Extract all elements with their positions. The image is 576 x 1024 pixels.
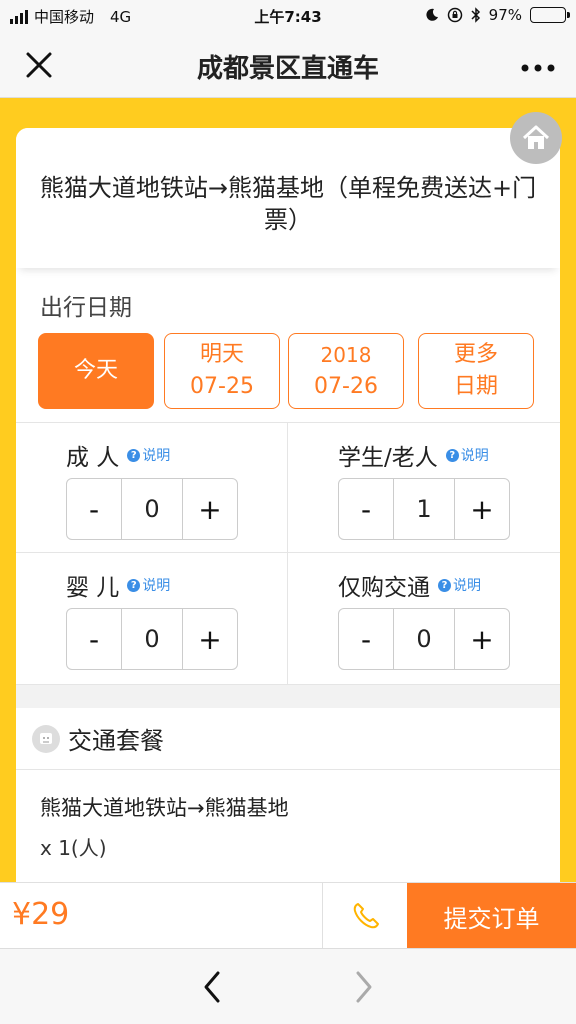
help-text: 说明 (453, 578, 481, 594)
route-title: 熊猫大道地铁站→熊猫基地（单程免费送达+门票） (16, 128, 560, 268)
ticket-label-text: 婴 儿 (66, 575, 120, 601)
ticket-label-text: 仅购交通 (338, 575, 430, 601)
status-bar: 中国移动 4G 上午7:43 97% (0, 0, 576, 32)
help-text: 说明 (460, 448, 489, 464)
help-link[interactable]: ? 说明 (127, 575, 170, 595)
page-title: 成都景区直通车 (196, 54, 379, 84)
quantity-stepper-infant: - 0 + (66, 608, 238, 670)
help-text: 说明 (142, 448, 171, 464)
section-gap (16, 684, 560, 708)
plus-button[interactable]: + (455, 479, 509, 539)
question-icon: ? (127, 578, 141, 592)
ticket-label-text: 成 人 (66, 445, 120, 471)
date-option-line1: 2018 (320, 343, 372, 367)
battery-percent: 97% (488, 6, 522, 24)
home-icon (522, 125, 550, 149)
forward-arrow-icon[interactable] (350, 967, 378, 1007)
date-option-more[interactable]: 更多 日期 (418, 333, 534, 409)
browser-nav (0, 948, 576, 1024)
date-option-line1: 今天 (73, 358, 118, 383)
divider (287, 422, 288, 684)
date-option-today[interactable]: 今天 (38, 333, 154, 409)
question-icon: ? (438, 578, 451, 592)
plus-button[interactable]: + (183, 609, 237, 669)
package-route: 熊猫大道地铁站→熊猫基地 (40, 796, 289, 820)
call-button[interactable] (322, 883, 408, 949)
ticket-label-transport-only: 仅购交通 ? 说明 (338, 568, 481, 602)
date-option-line2: 07-26 (314, 374, 378, 399)
date-option-line2: 日期 (453, 374, 498, 399)
back-arrow-icon[interactable] (198, 967, 226, 1007)
minus-button[interactable]: - (67, 609, 121, 669)
ticket-label-infant: 婴 儿 ? 说明 (66, 568, 170, 602)
ticket-label-adult: 成 人 ? 说明 (66, 438, 170, 472)
quantity-stepper-transport-only: - 0 + (338, 608, 510, 670)
more-icon[interactable] (520, 46, 556, 81)
date-option-tomorrow[interactable]: 明天 07-25 (164, 333, 280, 409)
plus-button[interactable]: + (183, 479, 237, 539)
quantity-value: 1 (393, 479, 455, 539)
plus-button[interactable]: + (455, 609, 509, 669)
submit-order-button[interactable]: 提交订单 (407, 883, 576, 949)
rotation-lock-icon (447, 7, 462, 23)
moon-icon (426, 8, 438, 21)
question-icon: ? (127, 448, 141, 462)
help-link[interactable]: ? 说明 (445, 445, 489, 465)
quantity-stepper-adult: - 0 + (66, 478, 238, 540)
quantity-stepper-student-senior: - 1 + (338, 478, 510, 540)
minus-button[interactable]: - (339, 479, 393, 539)
package-quantity: x 1(人) (40, 836, 107, 860)
home-button[interactable] (510, 112, 562, 164)
divider (16, 552, 560, 553)
divider (16, 422, 560, 423)
quantity-value: 0 (393, 609, 455, 669)
ticket-label-student-senior: 学生/老人 ? 说明 (338, 438, 489, 472)
quantity-value: 0 (121, 609, 183, 669)
help-link[interactable]: ? 说明 (127, 445, 170, 465)
help-text: 说明 (142, 578, 171, 594)
date-option-0726[interactable]: 2018 07-26 (288, 333, 404, 409)
battery-icon (530, 7, 570, 23)
quantity-value: 0 (121, 479, 183, 539)
ticket-label-text: 学生/老人 (338, 445, 438, 471)
minus-button[interactable]: - (339, 609, 393, 669)
booking-card: 熊猫大道地铁站→熊猫基地（单程免费送达+门票） 出行日期 今天 明天 07-25… (16, 128, 560, 888)
date-option-line2: 07-25 (190, 374, 254, 399)
minus-button[interactable]: - (67, 479, 121, 539)
question-icon: ? (445, 448, 459, 462)
status-right: 97% (425, 6, 570, 24)
phone-icon (353, 903, 379, 929)
package-heading: 交通套餐 (68, 727, 164, 755)
date-section-label: 出行日期 (40, 295, 132, 321)
help-link[interactable]: ? 说明 (438, 575, 481, 595)
date-option-line1: 更多 (453, 342, 498, 367)
package-icon (32, 724, 60, 753)
package-header: 交通套餐 (16, 708, 560, 770)
date-option-line1: 明天 (199, 342, 244, 367)
bluetooth-icon (471, 7, 480, 23)
order-bar: ¥29 提交订单 (0, 882, 576, 949)
total-price: ¥29 (12, 897, 70, 932)
nav-bar: 成都景区直通车 (0, 32, 576, 98)
